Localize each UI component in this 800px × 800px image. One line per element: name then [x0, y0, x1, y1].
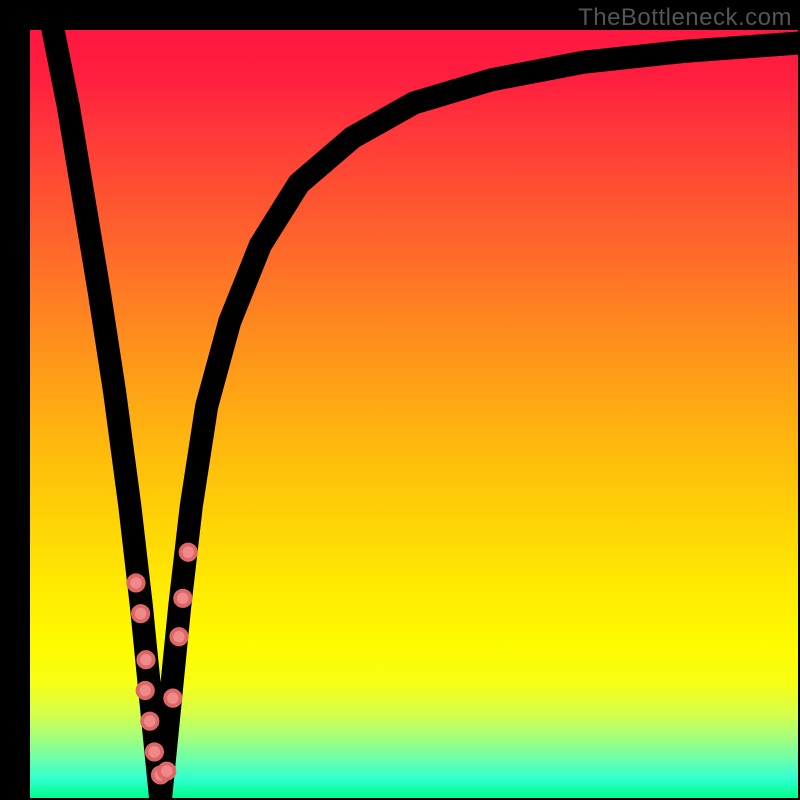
- highlight-dot: [171, 629, 186, 644]
- highlight-dot: [181, 545, 196, 560]
- watermark-text: TheBottleneck.com: [578, 4, 792, 32]
- highlight-dot: [175, 591, 190, 606]
- highlight-dot: [165, 690, 180, 705]
- chart-frame: TheBottleneck.com: [0, 0, 800, 800]
- highlight-dot: [133, 606, 148, 621]
- plot-area: [30, 30, 798, 798]
- highlight-dot: [138, 683, 153, 698]
- curve-layer: [30, 30, 798, 798]
- highlight-dot: [159, 763, 174, 778]
- highlight-dot: [128, 575, 143, 590]
- bottleneck-curve: [53, 30, 798, 798]
- highlight-dot: [142, 714, 157, 729]
- highlight-dot: [138, 652, 153, 667]
- highlight-dot: [147, 744, 162, 759]
